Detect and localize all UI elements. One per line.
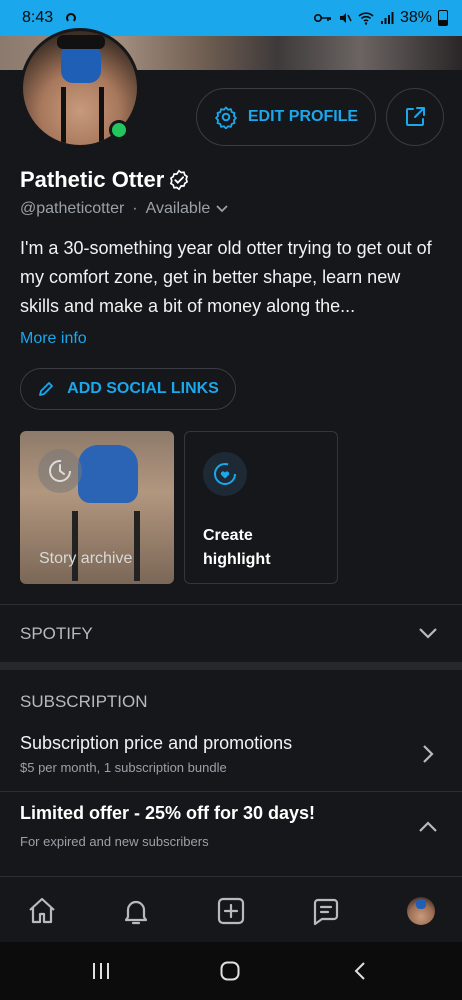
signal-icon [380,12,394,24]
story-archive-label: Story archive [39,550,133,567]
sync-icon [66,13,76,23]
create-highlight-line2: highlight [203,551,271,568]
divider [0,604,462,605]
edit-profile-button[interactable]: EDIT PROFILE [196,88,376,146]
avatar-pup-mask [57,35,105,83]
nav-messages[interactable] [306,891,346,931]
profile-name: Pathetic Otter [20,167,190,193]
availability-dropdown[interactable]: Available [146,200,229,218]
create-highlight-line1: Create [203,527,253,544]
add-highlight-icon [203,452,247,496]
spotify-section-title[interactable]: SPOTIFY [20,624,93,644]
profile-bio: I'm a 30-something year old otter trying… [20,238,432,316]
add-social-links-label: ADD SOCIAL LINKS [67,380,219,397]
chevron-down-icon[interactable] [418,626,438,640]
share-profile-button[interactable] [386,88,444,146]
divider [0,791,462,792]
chevron-down-icon [216,205,228,213]
section-divider [0,662,462,670]
bottom-navigation [0,876,462,943]
wifi-icon [358,12,374,25]
system-navigation [0,942,462,1000]
subscription-price-title: Subscription price and promotions [20,733,293,753]
key-icon [313,14,331,22]
create-highlight-label: Create highlight [203,524,271,572]
limited-offer-title: Limited offer - 25% off for 30 days! [20,803,316,823]
gear-icon [215,106,237,129]
avatar-strap-left [61,87,66,145]
online-indicator [109,120,129,140]
story-strap-right [134,511,140,581]
nav-add-post[interactable] [211,891,251,931]
status-time: 8:43 [22,9,54,26]
back-icon[interactable] [350,960,372,982]
nav-profile[interactable] [401,891,441,931]
more-info-link[interactable]: More info [20,330,87,348]
battery-percent: 38% [399,9,432,26]
edit-profile-label: EDIT PROFILE [247,108,359,125]
chevron-up-icon [419,821,437,832]
nav-notifications[interactable] [116,891,156,931]
subscription-price-subtitle: $5 per month, 1 subscription bundle [20,760,227,775]
share-icon [406,107,425,126]
profile-handle: @patheticotter [20,200,125,217]
handle-separator: · [132,200,138,217]
avatar-strap-right [99,87,104,145]
profile-avatar [407,897,435,925]
status-icons: 38% [313,9,448,27]
story-strap-left [72,511,78,581]
limited-offer-subtitle: For expired and new subscribers [20,834,209,849]
archive-clock-icon [38,449,82,493]
home-button-icon[interactable] [219,960,241,982]
bell-icon [124,900,148,925]
verified-icon [170,169,189,191]
home-icon [29,897,55,924]
profile-name-text: Pathetic Otter [20,167,165,192]
messages-icon [313,898,339,926]
chevron-right-icon [423,745,434,763]
battery-icon [438,10,448,26]
story-pup-mask [78,445,138,503]
pencil-icon [39,382,54,396]
add-post-icon [217,897,245,925]
mute-icon [339,13,352,23]
recents-icon[interactable] [90,960,112,982]
profile-handle-row: @patheticotter · Available [20,200,228,218]
availability-label: Available [145,200,211,217]
subscription-section-title: SUBSCRIPTION [20,692,148,711]
nav-home[interactable] [22,891,62,931]
add-social-links-button[interactable]: ADD SOCIAL LINKS [20,368,236,410]
